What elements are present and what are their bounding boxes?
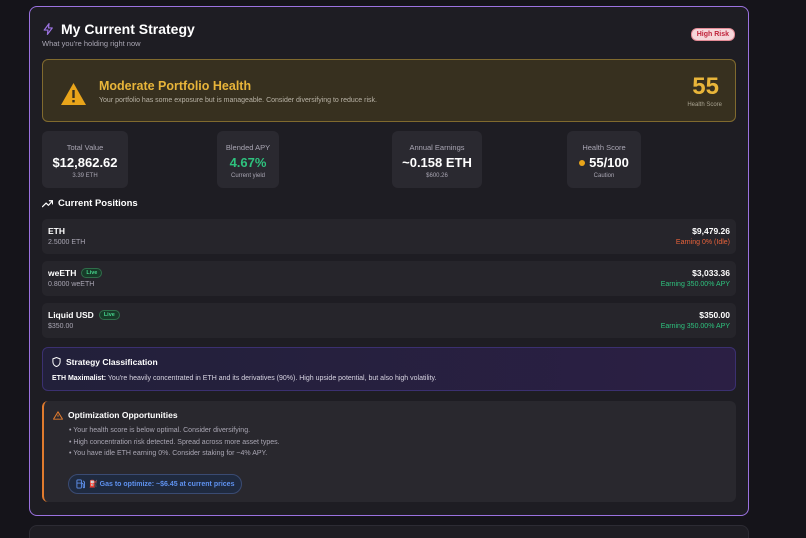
- position-name-text: Liquid USD: [48, 310, 94, 320]
- position-name: ETH: [48, 226, 65, 236]
- stat-value: $12,862.62: [52, 155, 118, 170]
- stat-total-value: Total Value $12,862.62 3.39 ETH: [42, 131, 128, 188]
- live-badge: Live: [98, 310, 120, 320]
- stat-sub: Caution: [593, 173, 615, 179]
- stat-value: 55/100: [589, 155, 629, 170]
- next-card: [29, 525, 749, 538]
- strategy-text: You're heavily concentrated in ETH and i…: [106, 375, 437, 382]
- stat-blended-apy: Blended APY 4.67% Current yield: [217, 131, 279, 188]
- live-badge: Live: [81, 268, 103, 278]
- risk-badge: High Risk: [690, 28, 735, 41]
- strategy-label: ETH Maximalist:: [52, 375, 107, 382]
- health-score-label: Health Score: [687, 102, 722, 108]
- position-row-liquid-usd[interactable]: Liquid USD Live $350.00 $350.00 Earning 3…: [42, 303, 736, 338]
- stat-label: Health Score: [582, 143, 626, 152]
- health-score-value: 55: [692, 73, 719, 100]
- position-usd: $3,033.36: [692, 268, 730, 278]
- health-message: Your portfolio has some exposure but is …: [99, 97, 377, 104]
- positions-title: Current Positions: [58, 198, 138, 209]
- header: My Current Strategy: [42, 21, 195, 37]
- shield-icon: [52, 357, 61, 367]
- trending-up-icon: [42, 200, 53, 208]
- caution-dot-icon: [579, 159, 586, 166]
- stat-label: Total Value: [66, 143, 104, 152]
- strategy-description: ETH Maximalist: You're heavily concentra…: [52, 375, 436, 382]
- strategy-classification: Strategy Classification ETH Maximalist: …: [42, 347, 736, 391]
- position-earning: Earning 0% (Idle): [675, 239, 730, 246]
- stat-label: Annual Earnings: [409, 143, 465, 152]
- stat-sub: Current yield: [230, 173, 265, 179]
- health-banner: Moderate Portfolio Health Your portfolio…: [42, 59, 736, 122]
- stat-label: Blended APY: [225, 143, 271, 152]
- page-subtitle: What you're holding right now: [42, 39, 141, 48]
- position-name: Liquid USD Live: [48, 310, 120, 320]
- stat-annual-earnings: Annual Earnings ~0.158 ETH $600.26: [392, 131, 482, 188]
- optimization-title: Optimization Opportunities: [68, 410, 178, 420]
- position-amount: $350.00: [48, 323, 74, 330]
- position-name: weETH Live: [48, 268, 103, 278]
- page-title: My Current Strategy: [61, 21, 195, 37]
- strategy-card: My Current Strategy What you're holding …: [29, 6, 749, 516]
- optimization-list: • Your health score is below optimal. Co…: [69, 427, 280, 462]
- stat-value: ~0.158 ETH: [402, 155, 472, 170]
- gas-pump-icon: [76, 479, 85, 489]
- stat-value: 4.67%: [229, 155, 267, 170]
- position-amount: 0.8000 weETH: [48, 281, 95, 288]
- position-name-text: weETH: [48, 268, 77, 278]
- optimization-title-row: Optimization Opportunities: [53, 410, 178, 420]
- position-row-weeth[interactable]: weETH Live 0.8000 weETH $3,033.36 Earning…: [42, 261, 736, 296]
- optimization-opportunities: Optimization Opportunities • Your health…: [42, 401, 736, 502]
- positions-heading: Current Positions: [42, 198, 138, 209]
- alert-triangle-icon: [53, 410, 63, 420]
- position-earning: Earning 350.00% APY: [660, 281, 730, 288]
- list-item: • You have idle ETH earning 0%. Consider…: [69, 450, 268, 457]
- position-row-eth[interactable]: ETH 2.5000 ETH $9,479.26 Earning 0% (Idl…: [42, 219, 736, 254]
- lightning-icon: [43, 22, 53, 36]
- position-usd: $9,479.26: [692, 226, 730, 236]
- stat-value-row: 55/100: [567, 155, 641, 170]
- gas-estimate-text: ⛽ Gas to optimize: ~$6.45 at current pri…: [89, 481, 235, 488]
- position-amount: 2.5000 ETH: [48, 239, 86, 246]
- position-earning: Earning 350.00% APY: [660, 323, 730, 330]
- warning-icon: [61, 83, 86, 105]
- stat-sub: $600.26: [426, 173, 448, 179]
- position-name-text: ETH: [48, 226, 65, 236]
- stat-health-score: Health Score 55/100 Caution: [567, 131, 641, 188]
- health-title: Moderate Portfolio Health: [99, 79, 252, 93]
- stat-sub: 3.39 ETH: [72, 173, 98, 179]
- list-item: • High concentration risk detected. Spre…: [69, 438, 280, 446]
- list-item: • Your health score is below optimal. Co…: [69, 427, 251, 434]
- strategy-title-row: Strategy Classification: [52, 357, 158, 367]
- gas-estimate-pill[interactable]: ⛽ Gas to optimize: ~$6.45 at current pri…: [68, 474, 243, 494]
- position-usd: $350.00: [699, 310, 730, 320]
- strategy-title: Strategy Classification: [66, 357, 158, 367]
